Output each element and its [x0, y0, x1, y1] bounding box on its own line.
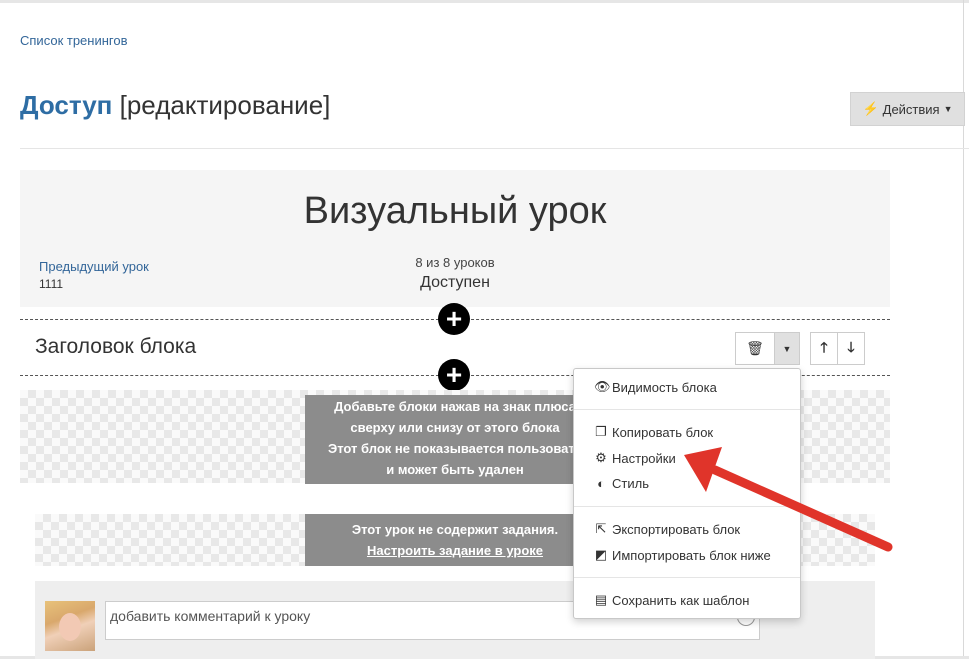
page-title: Доступ [редактирование]: [20, 90, 330, 121]
move-block-down-button[interactable]: 🡓: [837, 332, 865, 365]
page-title-mode: [редактирование]: [119, 90, 331, 120]
menu-item-import[interactable]: ◩ Импортировать блок ниже: [594, 547, 771, 563]
caret-down-icon: ▼: [943, 104, 953, 114]
arrow-down-icon: 🡓: [847, 338, 855, 355]
notice-line-1: Добавьте блоки нажав на знак плюса: [334, 399, 576, 414]
menu-item-save-template[interactable]: ▤ Сохранить как шаблон: [594, 592, 750, 608]
empty-block-notice: Добавьте блоки нажав на знак плюса сверх…: [305, 395, 605, 484]
move-block-up-button[interactable]: 🡑: [810, 332, 838, 365]
delete-block-button[interactable]: 🗑: [735, 332, 775, 365]
notice-line-3: Этот блок не показывается пользовате: [327, 441, 582, 456]
actions-button[interactable]: ⚡ Действия ▼: [850, 92, 965, 126]
task-notice: Этот урок не содержит задания. Настроить…: [305, 514, 605, 566]
add-block-above-plus-icon[interactable]: +: [438, 303, 470, 335]
divider: [20, 148, 969, 149]
menu-divider: [574, 577, 800, 578]
menu-item-import-label: Импортировать блок ниже: [612, 547, 771, 563]
menu-item-copy[interactable]: ❐ Копировать блок: [594, 424, 713, 440]
import-icon: ◩: [594, 547, 608, 562]
menu-item-style[interactable]: ◐ Стиль: [594, 476, 649, 491]
caret-down-icon: ▼: [782, 343, 792, 354]
menu-item-save-template-label: Сохранить как шаблон: [612, 592, 750, 608]
template-icon: ▤: [594, 592, 608, 607]
actions-label: Действия: [882, 101, 940, 117]
lesson-header: Визуальный урок Предыдущий урок 1111 8 и…: [20, 170, 890, 307]
block-menu-toggle[interactable]: ▼: [774, 332, 800, 365]
block-dropdown-menu: 👁 Видимость блока ❐ Копировать блок ⚙ На…: [573, 368, 801, 619]
configure-task-link[interactable]: Настроить задание в уроке: [367, 543, 543, 558]
copy-icon: ❐: [595, 424, 607, 439]
lesson-progress: 8 из 8 уроков: [415, 255, 495, 270]
arrow-up-icon: 🡑: [820, 338, 828, 355]
menu-item-export-label: Экспортировать блок: [612, 521, 741, 537]
trash-icon: 🗑: [746, 340, 764, 356]
menu-item-settings-label: Настройки: [612, 450, 676, 466]
menu-item-settings[interactable]: ⚙ Настройки: [594, 450, 676, 466]
menu-divider: [574, 409, 800, 410]
previous-lesson-link[interactable]: Предыдущий урок: [39, 259, 149, 274]
eye-icon: 👁: [594, 379, 611, 394]
task-notice-text: Этот урок не содержит задания.: [351, 522, 559, 537]
menu-item-visibility[interactable]: 👁 Видимость блока: [594, 379, 717, 395]
menu-item-style-label: Стиль: [612, 476, 649, 491]
contrast-icon: ◐: [597, 476, 605, 491]
menu-item-export[interactable]: ⇱ Экспортировать блок: [594, 521, 741, 537]
bolt-icon: ⚡: [862, 101, 879, 116]
page-title-main: Доступ: [20, 90, 113, 120]
notice-line-4: и может быть удален: [386, 462, 524, 477]
menu-item-visibility-label: Видимость блока: [612, 379, 717, 395]
notice-line-2: сверху или снизу от этого блока: [350, 420, 560, 435]
breadcrumb-training-list[interactable]: Список тренингов: [20, 33, 128, 48]
external-link-icon: ⇱: [595, 521, 607, 536]
menu-item-copy-label: Копировать блок: [612, 424, 714, 440]
top-border: [0, 0, 969, 3]
gear-icon: ⚙: [595, 450, 607, 465]
add-block-below-plus-icon[interactable]: +: [438, 359, 470, 391]
lesson-title: Визуальный урок: [303, 190, 607, 232]
lesson-status: Доступен: [420, 274, 490, 291]
menu-divider: [574, 506, 800, 507]
block-title: Заголовок блока: [35, 335, 197, 358]
user-avatar: [45, 601, 95, 651]
previous-lesson-name[interactable]: 1111: [39, 277, 63, 291]
